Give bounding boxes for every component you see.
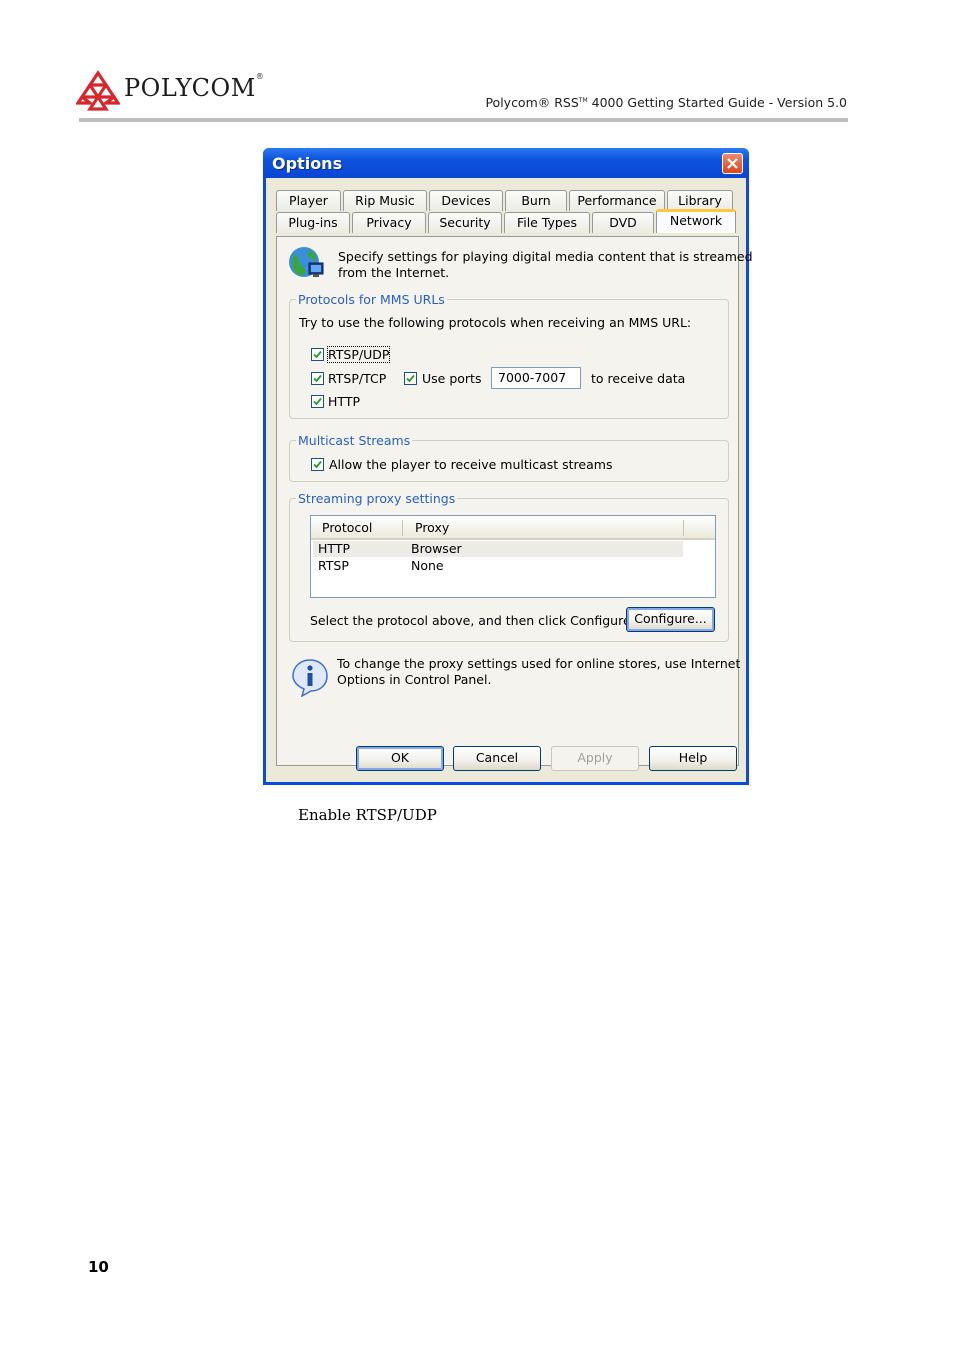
close-button[interactable]	[722, 153, 743, 174]
column-separator[interactable]	[402, 520, 403, 536]
apply-button[interactable]: Apply	[551, 746, 639, 771]
page-number: 10	[88, 1258, 109, 1276]
rtsp-udp-label[interactable]: RTSP/UDP	[326, 346, 391, 363]
column-separator[interactable]	[683, 520, 684, 536]
dialog-client: Player Rip Music Devices Burn Performanc…	[266, 178, 753, 782]
rtsp-udp-checkbox[interactable]	[311, 348, 324, 361]
tab-performance[interactable]: Performance	[569, 190, 665, 211]
use-ports-label[interactable]: Use ports	[422, 371, 481, 386]
polycom-triangles-icon	[76, 70, 120, 111]
cell-protocol: HTTP	[318, 541, 350, 556]
protocols-group-label: Protocols for MMS URLs	[296, 292, 447, 307]
tab-privacy[interactable]: Privacy	[352, 212, 426, 233]
polycom-logo: POLYCOM®	[76, 70, 266, 114]
column-protocol[interactable]: Protocol	[322, 520, 372, 535]
tab-plug-ins[interactable]: Plug-ins	[276, 212, 350, 233]
checkmark-icon	[406, 374, 415, 383]
header-divider	[79, 118, 848, 122]
intro-text-line1: Specify settings for playing digital med…	[338, 249, 753, 264]
tab-dvd[interactable]: DVD	[592, 212, 654, 233]
tab-file-types[interactable]: File Types	[504, 212, 590, 233]
ok-button[interactable]: OK	[356, 746, 444, 771]
multicast-checkbox[interactable]	[311, 458, 324, 471]
tab-security[interactable]: Security	[428, 212, 502, 233]
use-ports-checkbox[interactable]	[404, 372, 417, 385]
info-icon	[292, 659, 328, 697]
table-row[interactable]: RTSP None	[313, 558, 683, 574]
cell-proxy: Browser	[411, 541, 462, 556]
tab-burn[interactable]: Burn	[505, 190, 567, 211]
document-title: Polycom® RSSTM 4000 Getting Started Guid…	[485, 95, 847, 110]
checkmark-icon	[313, 350, 322, 359]
select-protocol-hint: Select the protocol above, and then clic…	[310, 613, 635, 628]
info-text-line2: Options in Control Panel.	[337, 672, 492, 687]
cell-protocol: RTSP	[318, 558, 349, 573]
intro-text-line2: from the Internet.	[338, 265, 450, 280]
globe-network-icon	[289, 247, 324, 277]
info-text-line1: To change the proxy settings used for on…	[337, 656, 741, 671]
protocols-description: Try to use the following protocols when …	[299, 315, 692, 330]
tab-library[interactable]: Library	[667, 190, 733, 211]
dialog-titlebar[interactable]: Options	[263, 148, 749, 178]
rtsp-tcp-label[interactable]: RTSP/TCP	[328, 371, 386, 386]
network-tab-panel: Specify settings for playing digital med…	[276, 236, 753, 766]
tab-devices[interactable]: Devices	[429, 190, 503, 211]
http-label[interactable]: HTTP	[328, 394, 360, 409]
multicast-label[interactable]: Allow the player to receive multicast st…	[329, 457, 612, 472]
checkmark-icon	[313, 460, 322, 469]
http-checkbox[interactable]	[311, 395, 324, 408]
options-dialog: Options Player Rip Music Devices Burn Pe…	[263, 148, 753, 785]
table-row[interactable]: HTTP Browser	[313, 541, 683, 557]
column-proxy[interactable]: Proxy	[415, 520, 449, 535]
tab-network[interactable]: Network	[656, 209, 736, 233]
help-button[interactable]: Help	[649, 746, 737, 771]
dialog-title: Options	[272, 154, 343, 173]
tab-player[interactable]: Player	[276, 190, 341, 211]
checkmark-icon	[313, 374, 322, 383]
proxy-group-label: Streaming proxy settings	[296, 491, 458, 506]
configure-button[interactable]: Configure...	[626, 607, 715, 632]
multicast-group-label: Multicast Streams	[296, 433, 413, 448]
ports-input[interactable]: 7000-7007	[491, 367, 581, 389]
checkmark-icon	[313, 397, 322, 406]
close-icon	[727, 158, 738, 169]
cancel-button[interactable]: Cancel	[453, 746, 541, 771]
tab-rip-music[interactable]: Rip Music	[343, 190, 427, 211]
proxy-list[interactable]: Protocol Proxy HTTP Browser RTSP None	[310, 515, 716, 598]
proxy-list-header: Protocol Proxy	[311, 516, 715, 540]
brand-name: POLYCOM®	[124, 72, 265, 102]
figure-caption: Enable RTSP/UDP	[298, 806, 437, 824]
to-receive-label: to receive data	[591, 371, 686, 386]
cell-proxy: None	[411, 558, 444, 573]
rtsp-tcp-checkbox[interactable]	[311, 372, 324, 385]
